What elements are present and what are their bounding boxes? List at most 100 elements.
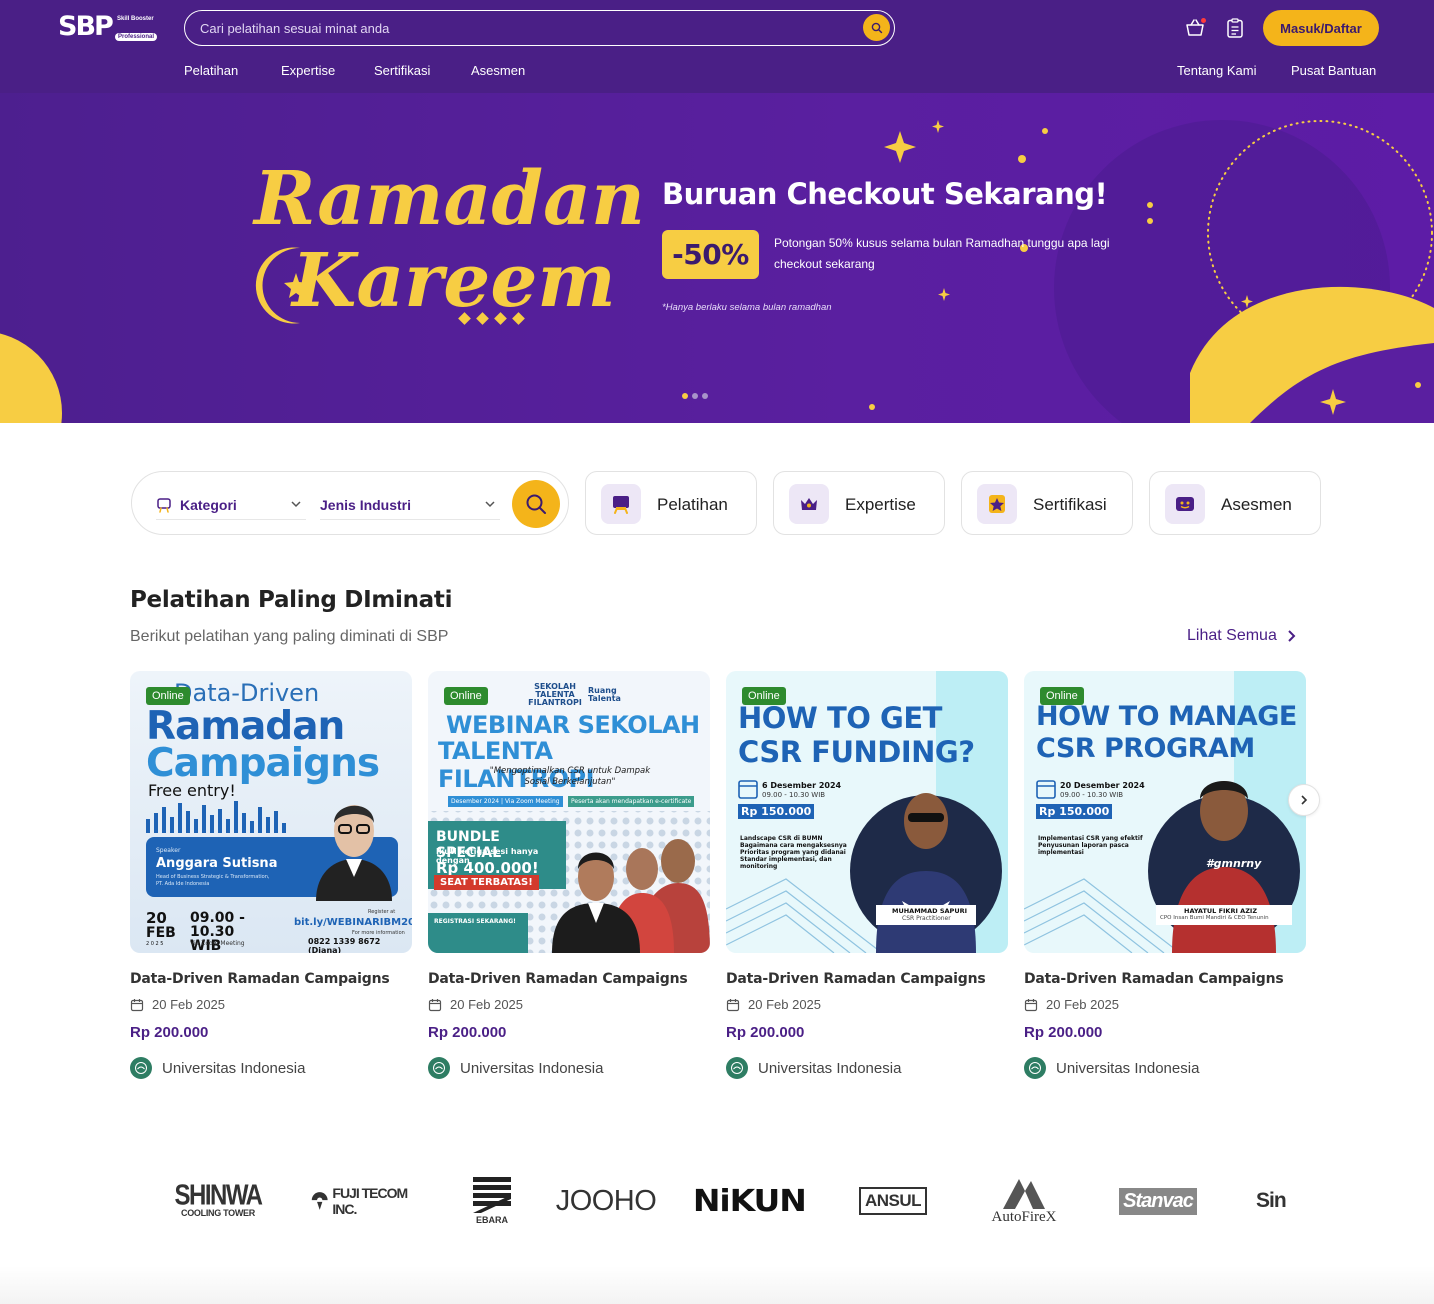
course-card[interactable]: Online Data-Driven Ramadan Campaigns Fre…: [130, 671, 412, 1079]
thumb-text: Via Zoom Meeting: [190, 940, 245, 947]
partner-logo-ansul: ANSUL: [848, 1176, 938, 1226]
course-title[interactable]: Data-Driven Ramadan Campaigns: [1024, 971, 1284, 987]
nav-sertifikasi[interactable]: Sertifikasi: [374, 63, 430, 78]
course-title[interactable]: Data-Driven Ramadan Campaigns: [428, 971, 688, 987]
calendar-icon: [428, 998, 442, 1011]
search-icon: [526, 494, 546, 514]
course-title[interactable]: Data-Driven Ramadan Campaigns: [726, 971, 986, 987]
university-logo-icon: [130, 1057, 152, 1079]
logo-text: SBP: [58, 11, 114, 42]
footer-edge: [0, 1266, 1434, 1304]
chevron-right-icon: [1288, 630, 1296, 642]
promo-headline: Buruan Checkout Sekarang!: [662, 177, 1108, 211]
nav-expertise[interactable]: Expertise: [281, 63, 335, 78]
industri-label: Jenis Industri: [320, 496, 412, 513]
logo-pro-label: Professional: [115, 33, 158, 41]
online-badge: Online: [1040, 687, 1084, 705]
kategori-label: Kategori: [180, 496, 237, 513]
partner-logo-stanvac: Stanvac: [1110, 1176, 1206, 1226]
thumb-text: Bagaimana cara mengaksesnya: [740, 842, 847, 849]
nav-pelatihan[interactable]: Pelatihan: [184, 63, 238, 78]
reg-box: REGISTRASI SEKARANG!: [428, 913, 528, 953]
thumb-text: Rp 150.000: [738, 804, 815, 819]
institution-name: Universitas Indonesia: [758, 1059, 902, 1077]
thumb-text: For more information: [352, 930, 405, 936]
thumb-text: Prioritas program yang didanai: [740, 849, 846, 856]
carousel-dot[interactable]: [682, 393, 688, 399]
partner-text: Sin: [1256, 1189, 1287, 1212]
see-all-link[interactable]: Lihat Semua: [1187, 627, 1297, 645]
thumb-sound-bars: [146, 801, 286, 833]
title-line-2: Kareem: [292, 238, 616, 324]
category-label: Asesmen: [1221, 495, 1292, 514]
thumb-text: Standar implementasi, dan monitoring: [740, 856, 832, 870]
carousel-dot[interactable]: [702, 393, 708, 399]
calendar-icon: [1024, 998, 1038, 1011]
course-date: 20 Feb 2025: [130, 997, 225, 1012]
thumb-text: CSR PROGRAM: [1036, 733, 1255, 764]
online-badge: Online: [146, 687, 190, 705]
pelatihan-icon: [601, 484, 641, 524]
nav-tentang-kami[interactable]: Tentang Kami: [1177, 63, 1257, 78]
course-date-text: 20 Feb 2025: [450, 997, 524, 1012]
thumb-text: FEB: [146, 925, 176, 941]
thumb-text: 20: [146, 909, 167, 927]
thumb-text: MUHAMMAD SAPURI: [892, 907, 968, 915]
course-title[interactable]: Data-Driven Ramadan Campaigns: [130, 971, 390, 987]
thumb-text: Desember 2024 | Via Zoom Meeting: [448, 796, 563, 807]
category-card-sertifikasi[interactable]: Sertifikasi: [961, 471, 1133, 535]
thumb-points: Implementasi CSR yang efektif Penyusunan…: [1038, 835, 1156, 856]
course-card[interactable]: Online HOW TO GET CSR FUNDING? 6 Desembe…: [726, 671, 1008, 1079]
section-subtitle: Berikut pelatihan yang paling diminati d…: [130, 628, 449, 645]
course-date-text: 20 Feb 2025: [748, 997, 822, 1012]
institution-name: Universitas Indonesia: [460, 1059, 604, 1077]
partner-logo-jooho: JOOHO: [556, 1176, 657, 1226]
carousel-dot[interactable]: [692, 393, 698, 399]
thumb-text: 20 Desember 2024: [1060, 781, 1145, 790]
cart-notification-dot: [1201, 18, 1206, 23]
thumb-text: CPO Insan Bumi Mandiri & CEO Tenunin: [1160, 915, 1269, 921]
thumb-text: HAYATUL FIKRI AZIZ: [1184, 907, 1258, 915]
course-date: 20 Feb 2025: [1024, 997, 1119, 1012]
calendar-icon: [1036, 780, 1056, 799]
cart-button[interactable]: [1184, 17, 1206, 39]
search-button[interactable]: [863, 14, 890, 41]
filter-search-button[interactable]: [512, 480, 560, 528]
category-label: Expertise: [845, 495, 916, 514]
course-institution: Universitas Indonesia: [726, 1057, 901, 1079]
thumb-text: Speaker: [156, 847, 181, 854]
chevron-right-icon: [1301, 795, 1308, 805]
clipboard-icon: [1227, 18, 1243, 38]
course-card[interactable]: Online HOW TO MANAGE CSR PROGRAM 20 Dese…: [1024, 671, 1306, 1079]
industri-dropdown[interactable]: Jenis Industri: [320, 490, 500, 520]
nav-asesmen[interactable]: Asesmen: [471, 63, 525, 78]
partner-logo-sin: Sin: [1256, 1176, 1307, 1226]
course-thumbnail[interactable]: Online SEKOLAH TALENTA FILANTROPI Ruang …: [428, 671, 710, 953]
category-card-pelatihan[interactable]: Pelatihan: [585, 471, 757, 535]
login-register-button[interactable]: Masuk/Daftar: [1263, 10, 1379, 46]
search-input[interactable]: [200, 18, 840, 38]
course-thumbnail[interactable]: Online HOW TO GET CSR FUNDING? 6 Desembe…: [726, 671, 1008, 953]
search-icon: [871, 22, 882, 33]
logo-subtext: Skill Booster: [117, 16, 154, 22]
carousel-next-button[interactable]: [1288, 784, 1320, 816]
thumb-text: 6 Desember 2024: [762, 781, 842, 790]
nav-pusat-bantuan[interactable]: Pusat Bantuan: [1291, 63, 1376, 78]
course-thumbnail[interactable]: Online Data-Driven Ramadan Campaigns Fre…: [130, 671, 412, 953]
thumb-text: WEBINAR SEKOLAH: [446, 711, 700, 739]
course-thumbnail[interactable]: Online HOW TO MANAGE CSR PROGRAM 20 Dese…: [1024, 671, 1306, 953]
kategori-dropdown[interactable]: Kategori: [156, 490, 306, 520]
orders-button[interactable]: [1224, 17, 1246, 39]
course-card[interactable]: Online SEKOLAH TALENTA FILANTROPI Ruang …: [428, 671, 710, 1079]
sbp-logo[interactable]: SBP Skill Booster Professional: [58, 11, 162, 43]
promo-banner[interactable]: Ramadan Kareem Buruan Checkout Sekarang!…: [0, 93, 1434, 423]
thumb-text: Peserta akan mendapatkan e-certificate: [568, 796, 695, 807]
partner-text: Stanvac: [1119, 1187, 1197, 1215]
course-institution: Universitas Indonesia: [428, 1057, 603, 1079]
category-label: Sertifikasi: [1033, 495, 1107, 514]
thumb-text: Rp 150.000: [1036, 804, 1113, 819]
category-card-expertise[interactable]: Expertise: [773, 471, 945, 535]
category-card-asesmen[interactable]: Asesmen: [1149, 471, 1321, 535]
filter-bar: Kategori Jenis Industri: [131, 471, 569, 535]
course-institution: Universitas Indonesia: [1024, 1057, 1199, 1079]
